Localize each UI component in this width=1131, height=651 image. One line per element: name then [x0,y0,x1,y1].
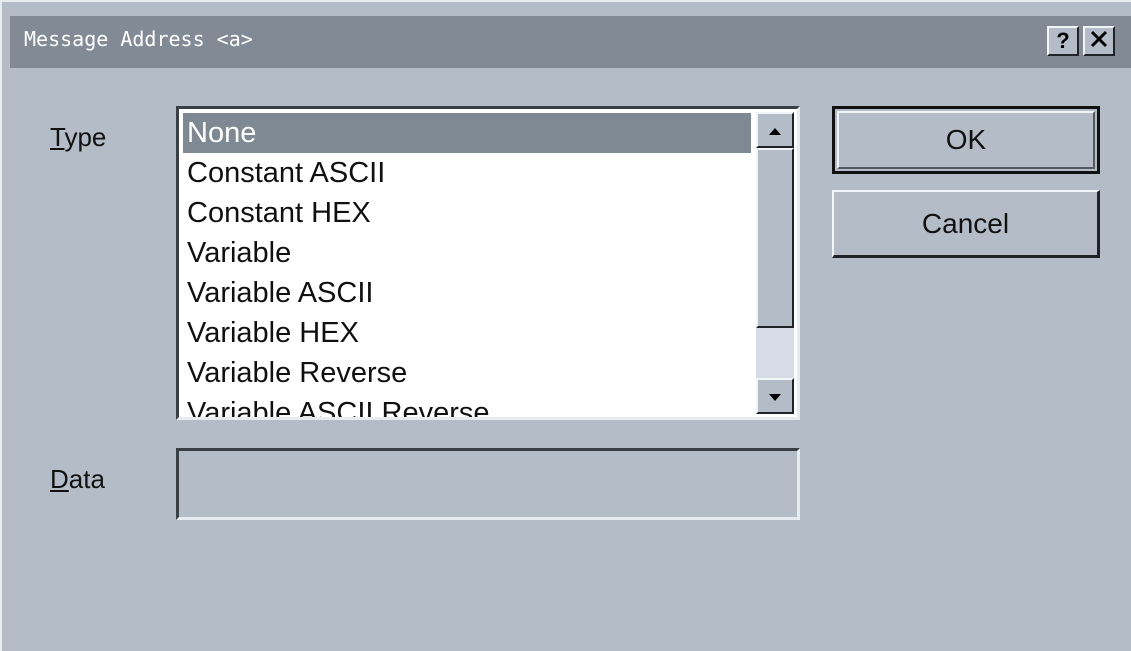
cancel-button[interactable]: Cancel [832,190,1100,258]
scroll-thumb[interactable] [756,148,794,328]
type-option[interactable]: Variable Reverse [183,353,751,393]
type-option[interactable]: Constant ASCII [183,153,751,193]
scroll-down-button[interactable] [756,378,794,414]
message-address-dialog: Message Address <a> ? Type None Constant … [0,0,1131,651]
type-option[interactable]: None [183,113,751,153]
window-title: Message Address <a> [24,27,253,51]
data-label-mnemonic: D [50,464,69,494]
data-input[interactable] [179,451,797,517]
help-button[interactable]: ? [1047,26,1079,56]
title-bar[interactable]: Message Address <a> ? [10,16,1131,68]
close-button[interactable] [1083,26,1115,56]
triangle-down-icon [768,387,782,406]
type-option[interactable]: Variable HEX [183,313,751,353]
type-label: Type [50,122,106,153]
ok-button[interactable]: OK [832,106,1100,174]
type-label-rest: ype [64,122,107,152]
type-option[interactable]: Variable [183,233,751,273]
triangle-up-icon [768,121,782,140]
cancel-button-label: Cancel [921,207,1010,239]
type-option[interactable]: Variable ASCII [183,273,751,313]
type-label-mnemonic: T [50,122,65,152]
close-icon [1089,29,1109,53]
scroll-up-button[interactable] [756,112,794,148]
type-listbox[interactable]: None Constant ASCII Constant HEX Variable Va… [176,106,800,420]
help-icon: ? [1056,28,1070,53]
type-option[interactable]: Constant HEX [183,193,751,233]
data-field[interactable] [176,448,800,520]
type-options-list: None Constant ASCII Constant HEX Variable Va… [183,113,751,417]
type-listbox-scrollbar[interactable] [756,112,794,414]
type-option[interactable]: Variable ASCII Reverse [183,393,751,417]
data-label: Data [50,464,105,495]
data-label-rest: ata [68,464,105,494]
ok-button-label: OK [945,124,987,155]
